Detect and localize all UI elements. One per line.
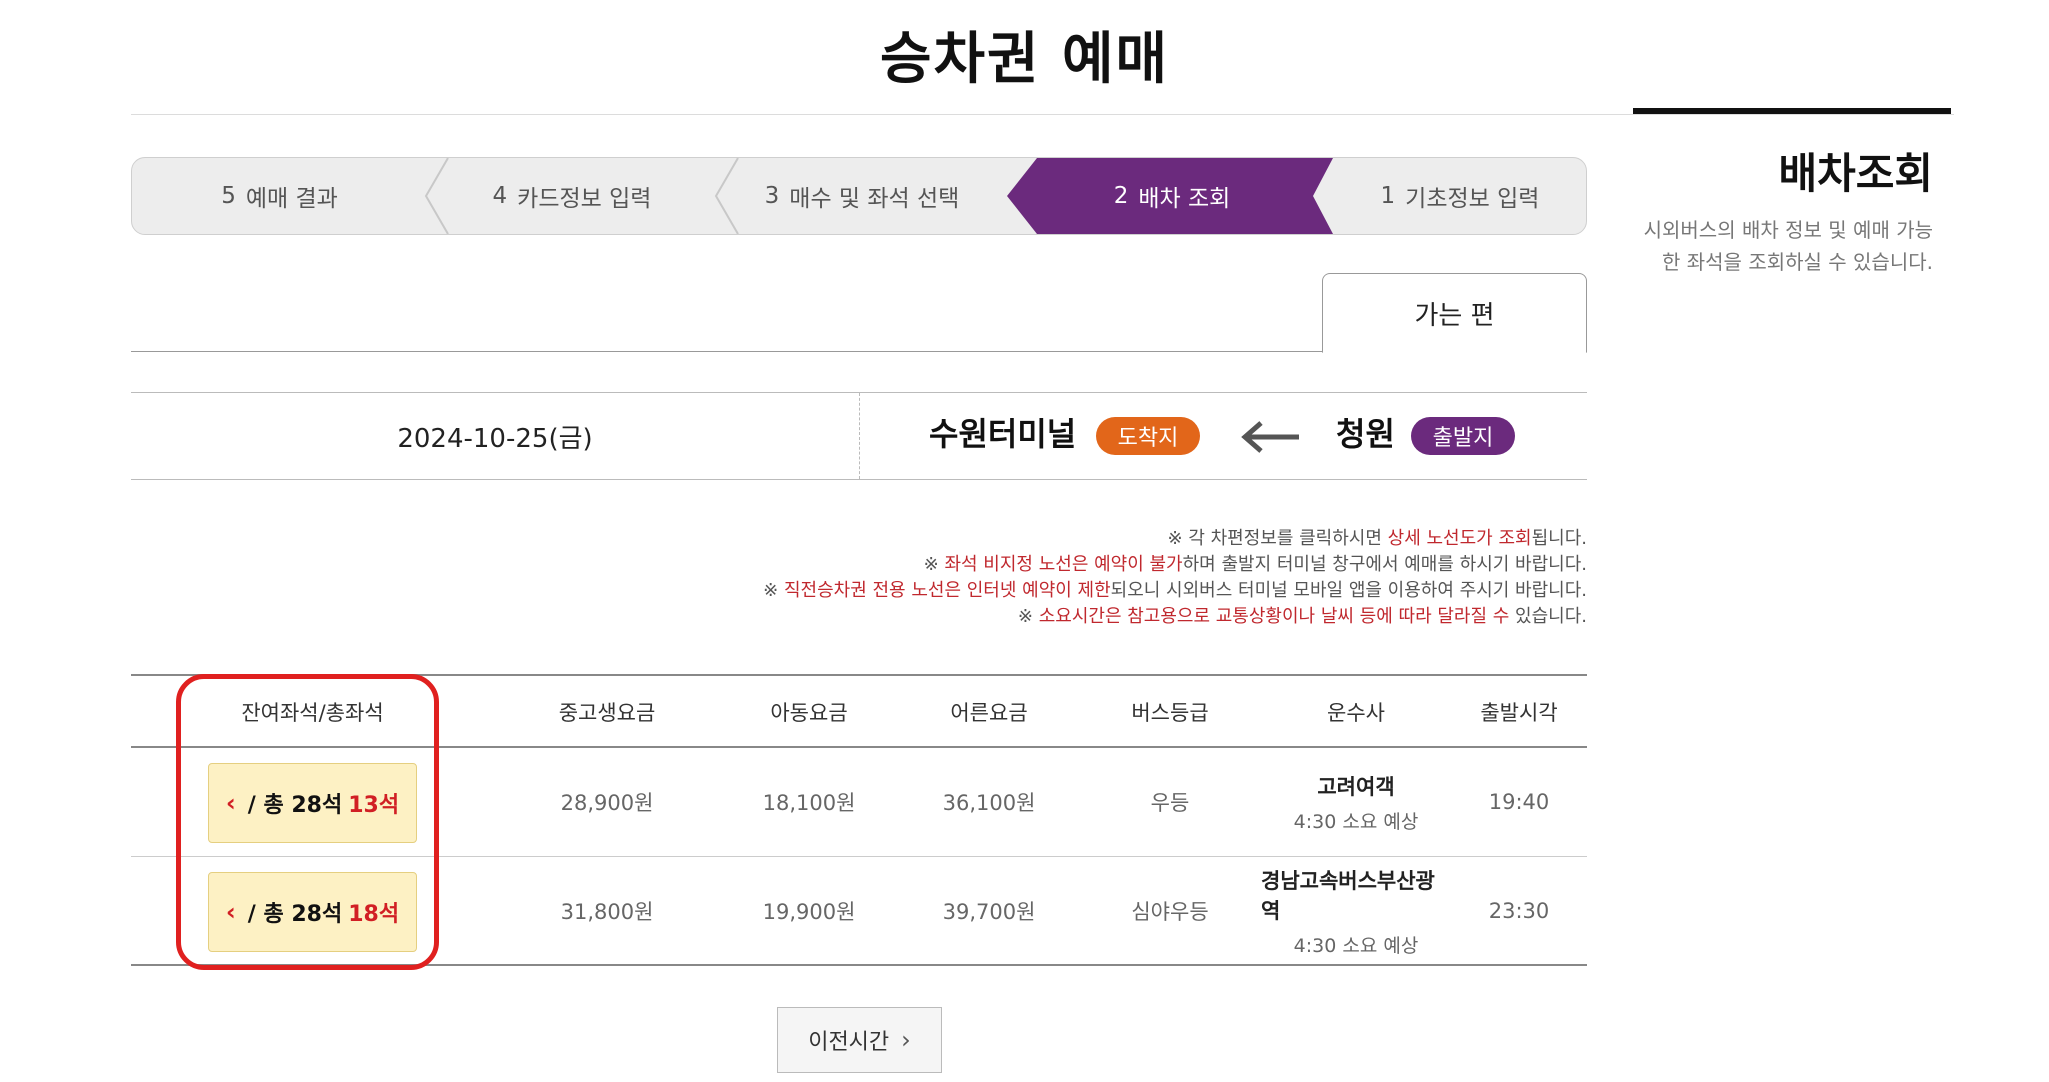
step-separator-icon [424, 158, 449, 234]
student-fare: 28,900원 [560, 791, 654, 815]
route-summary: 2024-10-25(금) 출발지 청원 도착지 수원터미널 [131, 392, 1587, 480]
departure-time: 23:30 [1488, 899, 1550, 923]
side-panel-rule [1633, 108, 1951, 114]
company-name: 경남고속버스부산광역 [1261, 868, 1435, 923]
bus-schedule-table: 출발시각 운수사 버스등급 어른요금 아동요금 중고생요금 잔여좌석/총좌석 1… [131, 674, 1587, 966]
chevron-right-icon: › [901, 1026, 911, 1054]
company-name: 고려여객 [1317, 774, 1395, 799]
step-bus-lookup: 2 배차 조회 [1027, 158, 1317, 234]
student-fare: 31,800원 [560, 900, 654, 924]
departure-time: 19:40 [1488, 790, 1550, 814]
step-number: 4 [492, 183, 508, 209]
travel-date: 2024-10-25(금) [397, 423, 593, 454]
step-number: 3 [764, 183, 780, 209]
header-company: 운수사 [1327, 701, 1385, 725]
header-child-fare: 아동요금 [770, 701, 848, 725]
duration: 4:30 소요 예상 [1293, 934, 1419, 957]
header-departure-time: 출발시각 [1480, 701, 1558, 725]
header-grade: 버스등급 [1131, 701, 1209, 725]
step-number: 5 [221, 183, 236, 209]
child-fare: 19,900원 [762, 900, 856, 924]
company-cell: 경남고속버스부산광역 4:30 소요 예상 [1261, 857, 1451, 965]
bus-grade: 우등 [1150, 791, 1190, 815]
table-header: 출발시각 운수사 버스등급 어른요금 아동요금 중고생요금 잔여좌석/총좌석 [131, 674, 1587, 748]
notice-line: ※ 좌석 비지정 노선은 예약이 불가하며 출발지 터미널 창구에서 예매를 하… [923, 554, 1587, 575]
step-result: 5 예매 결과 [132, 158, 427, 234]
step-label: 예매 결과 [245, 186, 338, 212]
chevron-left-icon: ‹ [225, 789, 236, 817]
step-number: 1 [1380, 183, 1396, 209]
page-title: 승차권 예매 [879, 27, 1170, 92]
header-adult-fare: 어른요금 [950, 701, 1028, 725]
arrival-terminal: 수원터미널 [929, 415, 1077, 453]
step-seat-select: 3 매수 및 좌석 선택 [717, 158, 1007, 234]
side-panel-description: 시외버스의 배차 정보 및 예매 가능한 좌석을 조회하실 수 있습니다. [1643, 218, 1933, 274]
route-arrow-icon [1241, 421, 1299, 453]
arrival-badge: 도착지 [1096, 417, 1200, 455]
booking-steps: 1 기초정보 입력 2 배차 조회 3 매수 및 좌석 선택 4 카드정보 입력… [131, 157, 1587, 235]
step-number: 2 [1113, 183, 1129, 209]
step-separator-icon [714, 158, 739, 234]
chevron-left-icon: ‹ [225, 898, 236, 926]
notice-line: ※ 직전승차권 전용 노선은 인터넷 예약이 제한되오니 시외버스 터미널 모바… [763, 580, 1587, 601]
previous-times-button[interactable]: 이전시간 › [777, 1007, 942, 1073]
adult-fare: 36,100원 [942, 791, 1036, 815]
step-label: 카드정보 입력 [517, 186, 652, 212]
departure-terminal: 청원 [1336, 415, 1395, 453]
child-fare: 18,100원 [762, 791, 856, 815]
total-seats: / 총 28석 [247, 793, 343, 818]
remaining-seats: 18석 [348, 902, 400, 927]
total-seats: / 총 28석 [247, 902, 343, 927]
remaining-seats: 13석 [348, 793, 400, 818]
select-seats-button[interactable]: ‹ / 총 28석 13석 [208, 763, 417, 843]
departure-badge: 출발지 [1411, 417, 1515, 455]
notice-line: ※ 각 차편정보를 클릭하시면 상세 노선도가 조회됩니다. [1167, 528, 1587, 549]
previous-times-label: 이전시간 [808, 1030, 890, 1055]
tab-outbound[interactable]: 가는 편 [1322, 273, 1587, 353]
bus-grade: 심야우등 [1131, 900, 1209, 924]
duration: 4:30 소요 예상 [1293, 810, 1419, 833]
adult-fare: 39,700원 [942, 900, 1036, 924]
step-card-info: 4 카드정보 입력 [427, 158, 717, 234]
route-divider [859, 393, 860, 479]
notice-line: ※ 소요시간은 참고용으로 교통상황이나 날씨 등에 따라 달라질 수 있습니다… [1017, 606, 1587, 627]
header-student-fare: 중고생요금 [558, 701, 656, 725]
step-label: 매수 및 좌석 선택 [789, 186, 960, 212]
company-cell: 고려여객 4:30 소요 예상 [1261, 748, 1451, 856]
step-basic-info: 1 기초정보 입력 [1333, 158, 1586, 234]
table-row[interactable]: 23:30 경남고속버스부산광역 4:30 소요 예상 심야우등 39,700원… [131, 857, 1587, 966]
title-divider [131, 114, 1954, 115]
select-seats-button[interactable]: ‹ / 총 28석 18석 [208, 872, 417, 952]
table-row[interactable]: 19:40 고려여객 4:30 소요 예상 우등 36,100원 18,100원… [131, 748, 1587, 857]
step-label: 기초정보 입력 [1405, 186, 1540, 212]
booking-notices: ※ 각 차편정보를 클릭하시면 상세 노선도가 조회됩니다. ※ 좌석 비지정 … [640, 526, 1587, 630]
side-panel-title: 배차조회 [1778, 149, 1933, 198]
header-seats: 잔여좌석/총좌석 [241, 701, 384, 725]
step-label: 배차 조회 [1138, 186, 1231, 212]
